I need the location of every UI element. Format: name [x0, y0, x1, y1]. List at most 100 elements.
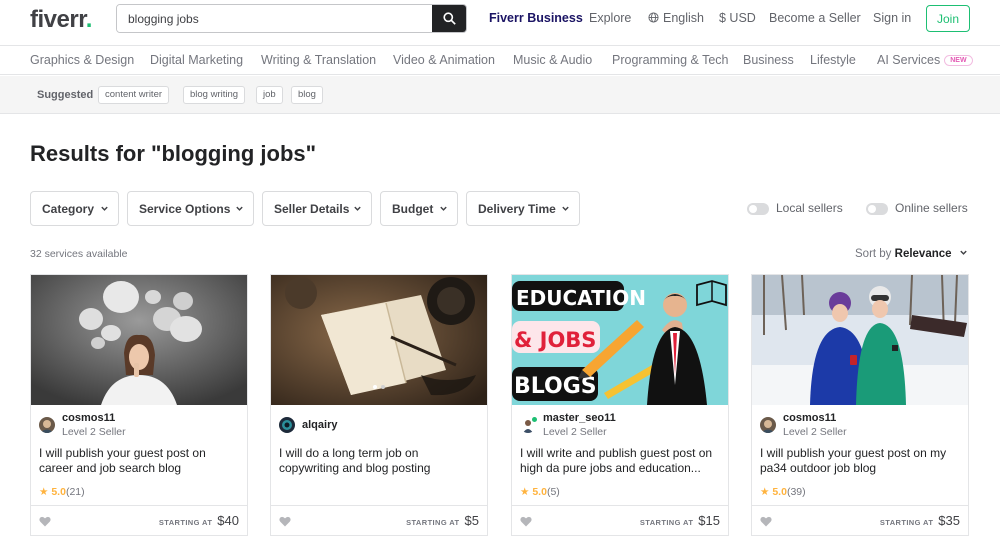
rating-value: 5.0 — [532, 486, 547, 498]
nav-currency[interactable]: $ USD — [719, 11, 756, 25]
category-video-animation[interactable]: Video & Animation — [393, 53, 495, 67]
gig-card[interactable]: cosmos11 Level 2 Seller I will publish y… — [30, 274, 248, 536]
notebook-desk-image — [271, 275, 487, 405]
starting-at-label: STARTING AT — [639, 518, 694, 527]
chevron-down-icon — [960, 250, 967, 255]
ai-services-label: AI Services — [877, 53, 941, 67]
globe-icon — [648, 12, 659, 23]
gig-footer: STARTING AT $5 — [271, 505, 487, 535]
seller-info: master_seo11 Level 2 Seller — [520, 411, 720, 439]
category-business[interactable]: Business — [743, 53, 794, 67]
gig-price: STARTING AT $15 — [640, 513, 720, 528]
new-badge: NEW — [944, 55, 973, 67]
thinking-woman-image — [31, 275, 247, 405]
filter-label: Delivery Time — [478, 201, 556, 216]
gig-thumbnail[interactable] — [271, 275, 487, 405]
seller-level: Level 2 Seller — [62, 426, 126, 438]
category-ai-services[interactable]: AI Services NEW — [877, 53, 973, 67]
gig-thumbnail[interactable] — [31, 275, 247, 405]
avatar[interactable] — [39, 417, 55, 433]
search-bar — [116, 4, 467, 33]
category-writing-translation[interactable]: Writing & Translation — [261, 53, 376, 67]
rating-value: 5.0 — [772, 486, 787, 498]
gig-title[interactable]: I will write and publish guest post on h… — [520, 446, 720, 477]
nav-sign-in[interactable]: Sign in — [873, 11, 911, 25]
search-button[interactable] — [432, 5, 466, 32]
nav-explore[interactable]: Explore — [589, 11, 631, 25]
category-music-audio[interactable]: Music & Audio — [513, 53, 592, 67]
suggested-chip[interactable]: job — [256, 86, 283, 104]
seller-level: Level 2 Seller — [783, 426, 847, 438]
filter-category[interactable]: Category — [30, 191, 119, 226]
heart-icon[interactable] — [279, 516, 291, 527]
category-digital-marketing[interactable]: Digital Marketing — [150, 53, 243, 67]
star-icon: ★ — [39, 486, 49, 498]
suggested-chip[interactable]: blog writing — [183, 86, 246, 104]
chevron-down-icon — [440, 206, 447, 211]
seller-name[interactable]: alqairy — [302, 419, 337, 431]
starting-at-label: STARTING AT — [879, 518, 934, 527]
seller-name[interactable]: cosmos11 — [783, 412, 836, 424]
gig-card[interactable]: alqairy I will do a long term job on cop… — [270, 274, 488, 536]
filter-label: Seller Details — [274, 201, 350, 216]
avatar[interactable] — [760, 417, 776, 433]
gig-thumbnail[interactable]: EDUCATION & JOBS BLOGS — [512, 275, 728, 405]
gig-price: STARTING AT $35 — [880, 513, 960, 528]
seller-level: Level 2 Seller — [543, 426, 607, 438]
suggested-label: Suggested — [37, 89, 94, 101]
heart-icon[interactable] — [520, 516, 532, 527]
gig-card[interactable]: cosmos11 Level 2 Seller I will publish y… — [751, 274, 969, 536]
nav-language[interactable]: English — [648, 11, 704, 25]
seller-name[interactable]: cosmos11 — [62, 412, 115, 424]
filter-seller-details[interactable]: Seller Details — [262, 191, 372, 226]
category-lifestyle[interactable]: Lifestyle — [810, 53, 856, 67]
filter-service-options[interactable]: Service Options — [127, 191, 254, 226]
nav-fiverr-business[interactable]: Fiverr Business — [489, 11, 583, 25]
gig-price: STARTING AT $5 — [406, 513, 479, 528]
join-button[interactable]: Join — [926, 5, 970, 32]
search-input[interactable] — [117, 5, 433, 32]
suggested-chip[interactable]: content writer — [98, 86, 170, 104]
sort-dropdown[interactable]: Sort by Relevance — [855, 248, 968, 260]
gig-card[interactable]: EDUCATION & JOBS BLOGS master_seo11 Leve… — [511, 274, 729, 536]
filter-label: Service Options — [139, 201, 231, 216]
starting-at-label: STARTING AT — [158, 518, 213, 527]
filter-delivery-time[interactable]: Delivery Time — [466, 191, 580, 226]
language-label: English — [663, 11, 704, 25]
top-header: fiverr. Fiverr Business Explore English … — [0, 0, 1000, 46]
logo-dot: . — [85, 6, 93, 33]
star-icon: ★ — [520, 486, 530, 498]
suggested-chip[interactable]: blog — [291, 86, 323, 104]
filter-budget[interactable]: Budget — [380, 191, 458, 226]
seller-name[interactable]: master_seo11 — [543, 412, 616, 424]
local-sellers-toggle[interactable] — [747, 203, 769, 215]
thumb-text-jobs: & JOBS — [514, 328, 596, 352]
seller-info: cosmos11 Level 2 Seller — [760, 411, 960, 439]
gig-title[interactable]: I will publish your guest post on career… — [39, 446, 239, 477]
filter-label: Budget — [392, 201, 434, 216]
gig-title[interactable]: I will publish your guest post on my pa3… — [760, 446, 960, 477]
results-title: Results for "blogging jobs" — [30, 141, 317, 166]
search-icon — [442, 12, 456, 25]
review-count: (5) — [546, 486, 560, 498]
sort-label: Sort by — [855, 248, 892, 260]
gig-rating: ★ 5.0(21) — [39, 486, 85, 498]
heart-icon[interactable] — [39, 516, 51, 527]
online-sellers-toggle[interactable] — [866, 203, 888, 215]
gig-title[interactable]: I will do a long term job on copywriting… — [279, 446, 479, 477]
category-menu: Graphics & Design Digital Marketing Writ… — [0, 46, 1000, 75]
chevron-down-icon — [236, 206, 243, 211]
avatar[interactable] — [279, 417, 295, 433]
nav-become-seller[interactable]: Become a Seller — [769, 11, 861, 25]
gig-thumbnail[interactable] — [752, 275, 968, 405]
rating-value: 5.0 — [51, 486, 66, 498]
category-programming-tech[interactable]: Programming & Tech — [612, 53, 729, 67]
heart-icon[interactable] — [760, 516, 772, 527]
seller-info: alqairy — [279, 411, 479, 439]
education-jobs-blogs-image: EDUCATION & JOBS BLOGS — [512, 275, 728, 405]
fiverr-logo[interactable]: fiverr. — [30, 6, 92, 34]
services-count: 32 services available — [30, 248, 128, 260]
sort-value: Relevance — [894, 248, 952, 260]
category-graphics-design[interactable]: Graphics & Design — [30, 53, 134, 67]
gig-footer: STARTING AT $35 — [752, 505, 968, 535]
